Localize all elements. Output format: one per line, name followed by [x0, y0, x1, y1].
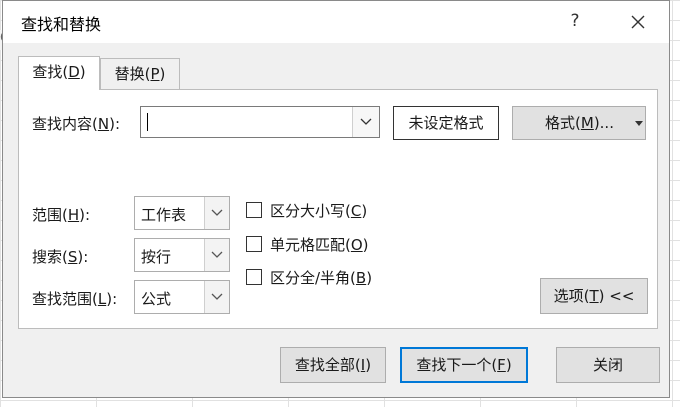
- chevron-down-icon: [211, 209, 223, 216]
- match-byte-checkbox[interactable]: [246, 269, 262, 285]
- within-select[interactable]: 工作表: [134, 196, 230, 230]
- chevron-down-icon: [211, 293, 223, 300]
- match-entire-cell-checkbox[interactable]: [246, 236, 262, 252]
- tab-find[interactable]: 查找(D): [18, 56, 100, 90]
- close-icon[interactable]: [623, 7, 653, 37]
- close-button[interactable]: 关闭: [556, 347, 660, 383]
- match-case-checkbox[interactable]: [246, 202, 262, 218]
- find-what-label: 查找内容(N):: [32, 115, 120, 133]
- match-case-label[interactable]: 区分大小写(C): [270, 200, 367, 221]
- find-what-combobox[interactable]: [140, 106, 380, 138]
- within-label: 范围(H):: [32, 206, 91, 224]
- search-order-select[interactable]: 按行: [134, 238, 230, 272]
- search-label: 搜索(S):: [32, 248, 89, 266]
- chevron-down-icon: [211, 251, 223, 258]
- caret-down-icon: [635, 121, 643, 126]
- match-byte-label[interactable]: 区分全/半角(B): [270, 267, 372, 288]
- find-what-input[interactable]: [149, 110, 353, 136]
- look-in-label: 查找范围(L):: [32, 290, 118, 308]
- chevron-down-icon: [360, 118, 372, 125]
- look-in-select[interactable]: 公式: [134, 280, 230, 314]
- format-button[interactable]: 格式(M)...: [512, 106, 646, 140]
- find-next-button[interactable]: 查找下一个(F): [400, 347, 528, 383]
- text-cursor: [147, 113, 148, 131]
- match-entire-cell-label[interactable]: 单元格匹配(O): [270, 234, 369, 255]
- find-all-button[interactable]: 查找全部(I): [280, 347, 386, 383]
- help-button[interactable]: ?: [563, 9, 587, 33]
- find-what-dropdown[interactable]: [352, 107, 379, 137]
- dialog-title: 查找和替换: [21, 15, 102, 34]
- tab-replace[interactable]: 替换(P): [100, 58, 180, 90]
- options-button[interactable]: 选项(T) <<: [540, 278, 648, 314]
- format-preview: 未设定格式: [393, 106, 499, 140]
- title-bar: 查找和替换 ?: [3, 1, 669, 43]
